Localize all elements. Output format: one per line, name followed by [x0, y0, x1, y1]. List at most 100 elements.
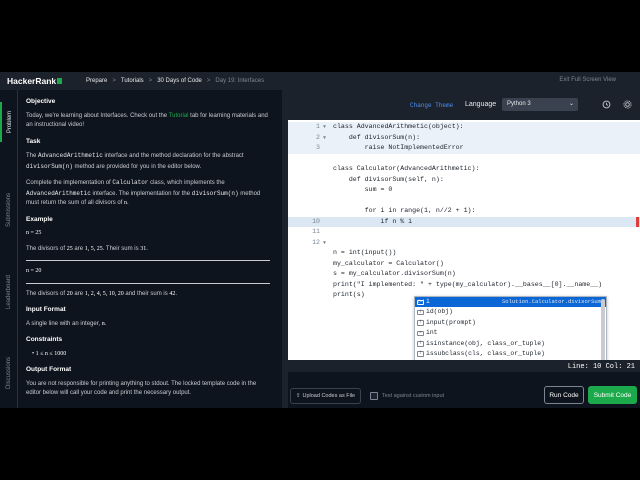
autocomplete-item[interactable]: ƒ issubclass(cls, class_or_tuple) — [415, 349, 606, 359]
autocomplete-label: isinstance(obj, class_or_tuple) — [426, 339, 545, 347]
language-label: Language — [465, 101, 497, 108]
task-heading: Task — [26, 137, 41, 145]
code-text: s = my_calculator.divisorSum(n) — [333, 270, 456, 277]
code-line[interactable]: 2 ▼ def divisorSum(n): — [288, 132, 640, 144]
side-tabs: Problem Submissions Leaderboard Discussi… — [0, 90, 18, 408]
run-code-button[interactable]: Run Code — [544, 386, 584, 404]
line-number: 1 — [316, 123, 320, 130]
autocomplete-item[interactable]: ƒ input(prompt) — [415, 318, 606, 328]
upload-label: Upload Codes as File — [302, 393, 356, 399]
inline-code: AdvancedArithmetic — [38, 152, 103, 159]
divider — [26, 260, 270, 261]
breadcrumb-prepare[interactable]: Prepare — [86, 78, 107, 84]
divider — [26, 282, 270, 284]
variable-icon: [x] — [417, 299, 425, 305]
text: . — [104, 320, 107, 327]
function-icon: ƒ — [417, 320, 424, 326]
text: The — [26, 153, 39, 159]
fold-chevron-icon[interactable]: ▼ — [323, 133, 326, 144]
task-paragraph-1: The AdvancedArithmetic interface and the… — [26, 151, 270, 172]
code-line[interactable]: print("I implemented: " + type(my_calcul… — [288, 280, 640, 291]
autocomplete-item[interactable]: [x] i Solution.Calculator.divisorSum — [415, 297, 606, 308]
autocomplete-item[interactable]: ƒ id(obj) — [415, 307, 606, 317]
code-text: print("I implemented: " + type(my_calcul… — [333, 280, 603, 288]
autocomplete-item[interactable]: ƒ isinstance(obj, class_or_tuple) — [415, 339, 606, 349]
example-1-equation: n = 25 — [26, 230, 42, 236]
code-text: n = int(input()) — [333, 249, 397, 256]
code-line[interactable]: n = int(input()) — [288, 248, 640, 259]
text: interface and the method declaration for… — [102, 153, 244, 159]
line-number: 3 — [316, 144, 320, 151]
breadcrumb-30-days[interactable]: 30 Days of Code — [157, 78, 202, 84]
language-select[interactable]: Python 3 ⌄ — [502, 98, 578, 111]
breadcrumb-separator: > — [148, 78, 153, 84]
tab-submissions[interactable]: Submissions — [0, 182, 18, 238]
code-line[interactable]: 10 if n % i — [288, 216, 640, 227]
text: The divisors of — [26, 290, 67, 297]
code-text: def divisorSum(self, n): — [333, 175, 444, 183]
custom-input-checkbox[interactable] — [370, 392, 378, 400]
editor-status-bar: Line: 10 Col: 21 — [288, 360, 640, 372]
cursor-position: Line: 10 Col: 21 — [567, 363, 635, 371]
upload-code-button[interactable]: ⇪ Upload Codes as File — [290, 388, 361, 404]
submit-code-button[interactable]: Submit Code — [588, 386, 637, 404]
history-icon[interactable] — [602, 100, 611, 109]
autocomplete-label: int — [426, 329, 438, 337]
code-line[interactable] — [288, 154, 640, 165]
example-2-text: The divisors of 20 are 1, 2, 4, 5, 10, 2… — [26, 290, 270, 300]
fold-chevron-icon[interactable]: ▼ — [323, 122, 326, 133]
code-text: def divisorSum(n): — [333, 133, 421, 141]
fold-chevron-icon[interactable]: ▼ — [323, 238, 326, 249]
change-theme-button[interactable]: Change Theme — [410, 102, 453, 109]
logo-block-icon — [57, 78, 63, 84]
inline-code: divisorSum(n) — [26, 162, 73, 170]
tab-problem[interactable]: Problem — [0, 102, 18, 142]
hackerrank-logo[interactable]: HackerRank — [0, 76, 78, 86]
breadcrumb: Prepare > Tutorials > 30 Days of Code > … — [86, 78, 264, 84]
autocomplete-label: id(obj) — [426, 308, 453, 316]
class-icon: ◇ — [417, 330, 424, 337]
error-marker — [636, 216, 639, 227]
text: A single line with an integer, — [26, 320, 102, 327]
code-line[interactable]: for i in range(1, n//2 + 1): — [288, 206, 640, 217]
function-icon: ƒ — [417, 351, 424, 357]
autocomplete-label: issubclass(cls, class_or_tuple) — [426, 349, 545, 357]
example-heading: Example — [26, 215, 53, 223]
tab-leaderboard[interactable]: Leaderboard — [0, 264, 18, 320]
autocomplete-item[interactable]: ◇ int — [415, 328, 606, 338]
input-format-text: A single line with an integer, n. — [26, 320, 270, 330]
breadcrumb-separator: > — [112, 78, 116, 84]
code-line[interactable]: class Calculator(AdvancedArithmetic): — [288, 164, 640, 175]
line-number: 12 — [312, 238, 320, 246]
text: . — [127, 200, 129, 206]
exit-fullscreen-link[interactable]: Exit Full Screen View — [559, 77, 616, 83]
code-line[interactable]: my_calculator = Calculator() — [288, 259, 640, 270]
tab-submissions-label: Submissions — [6, 192, 13, 228]
code-text: my_calculator = Calculator() — [333, 259, 444, 267]
code-text: for i in range(1, n//2 + 1): — [333, 207, 476, 214]
code-text: sum = 0 — [333, 186, 393, 193]
code-text: if n % i — [333, 217, 413, 225]
objective-text: Today, we're learning about Interfaces. … — [26, 112, 270, 131]
app-frame: HackerRank Prepare > Tutorials > 30 Days… — [0, 72, 640, 408]
tab-discussions[interactable]: Discussions — [0, 346, 18, 400]
function-icon: ƒ — [417, 309, 424, 316]
constraint-item: • 1 ≤ n ≤ 1000 — [32, 350, 67, 357]
code-line[interactable]: s = my_calculator.divisorSum(n) — [288, 269, 640, 280]
code-line[interactable]: def divisorSum(self, n): — [288, 175, 640, 186]
text: class, which implements the — [148, 180, 225, 186]
task-paragraph-2: Complete the implementation of Calculato… — [26, 178, 270, 209]
top-nav-bar: HackerRank Prepare > Tutorials > 30 Days… — [0, 72, 640, 90]
code-line[interactable]: 1 ▼ class AdvancedArithmetic(object): — [288, 122, 640, 133]
editor-header: Change Theme Language Python 3 ⌄ — [288, 90, 640, 120]
settings-icon[interactable] — [623, 100, 632, 109]
tutorial-link[interactable]: Tutorial — [169, 113, 189, 119]
breadcrumb-tutorials[interactable]: Tutorials — [121, 78, 144, 84]
code-line[interactable] — [288, 196, 640, 207]
inline-code: AdvancedArithmetic — [26, 189, 91, 197]
breadcrumb-current: Day 19: Interfaces — [215, 78, 265, 84]
code-line[interactable]: sum = 0 — [288, 185, 640, 196]
code-line[interactable]: 11 — [288, 227, 640, 238]
code-line[interactable]: 3 raise NotImplementedError — [288, 143, 640, 154]
code-line[interactable]: 12 ▼ — [288, 238, 640, 249]
